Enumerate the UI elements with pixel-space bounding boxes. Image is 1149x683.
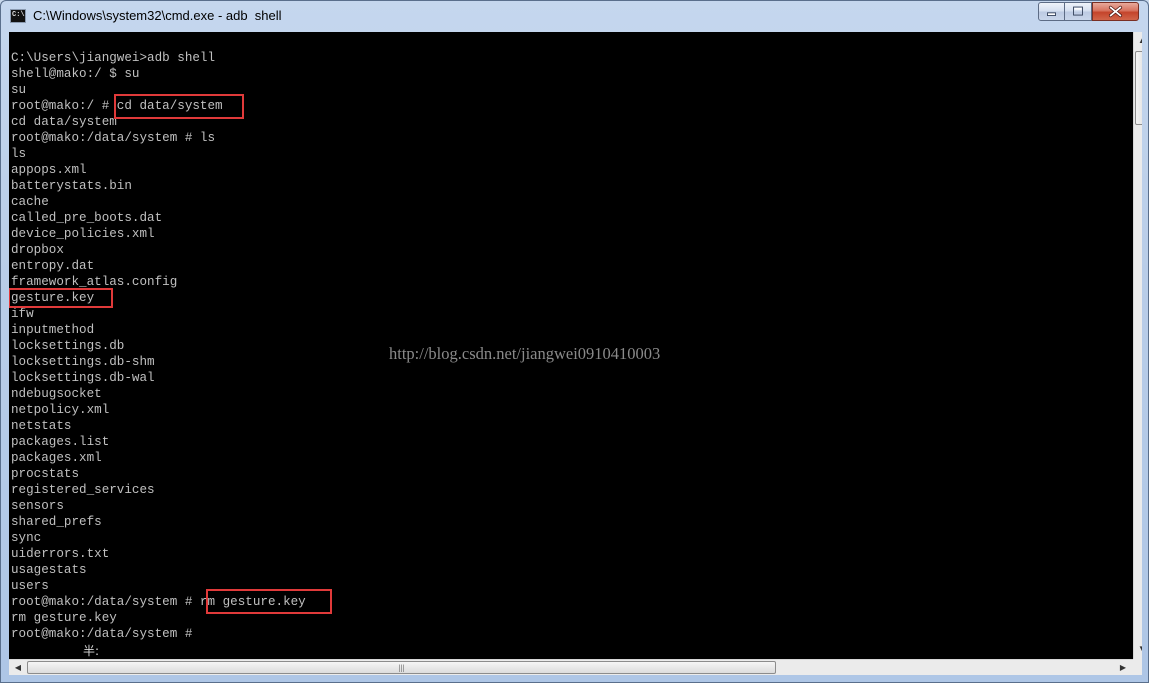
vertical-scroll-thumb[interactable] — [1135, 51, 1142, 125]
horizontal-scroll-thumb[interactable]: ||| — [27, 661, 776, 674]
highlight-rm-command — [206, 589, 332, 614]
scroll-left-icon[interactable]: ◀ — [10, 660, 26, 675]
title-bar[interactable]: C:\Windows\system32\cmd.exe - adb shell — [1, 1, 1148, 32]
close-button[interactable] — [1092, 2, 1139, 21]
cmd-icon[interactable] — [10, 9, 26, 23]
highlight-gesture-key — [9, 288, 113, 308]
vertical-scrollbar[interactable]: ▲ ▼ — [1133, 32, 1142, 659]
terminal-text: C:\Users\jiangwei>adb shell shell@mako:/… — [11, 51, 306, 641]
cmd-window: C:\Windows\system32\cmd.exe - adb shell … — [0, 0, 1149, 683]
scroll-up-icon[interactable]: ▲ — [1134, 33, 1142, 49]
watermark: http://blog.csdn.net/jiangwei0910410003 — [389, 344, 661, 363]
console-output[interactable]: C:\Users\jiangwei>adb shell shell@mako:/… — [9, 32, 1142, 675]
scroll-right-icon[interactable]: ▶ — [1115, 660, 1131, 675]
maximize-icon — [1073, 6, 1083, 16]
scroll-down-icon[interactable]: ▼ — [1134, 641, 1142, 657]
minimize-icon — [1047, 12, 1056, 16]
minimize-button[interactable] — [1038, 2, 1065, 21]
ime-indicator: 半: — [83, 644, 100, 658]
scroll-grip-icon: ||| — [398, 663, 405, 672]
close-icon — [1108, 5, 1123, 18]
window-title: C:\Windows\system32\cmd.exe - adb shell — [33, 8, 282, 23]
horizontal-scrollbar[interactable]: ◀ ||| ▶ — [9, 659, 1133, 675]
highlight-cd-command — [114, 94, 244, 119]
scroll-corner — [1133, 659, 1142, 675]
maximize-button[interactable] — [1065, 2, 1092, 21]
